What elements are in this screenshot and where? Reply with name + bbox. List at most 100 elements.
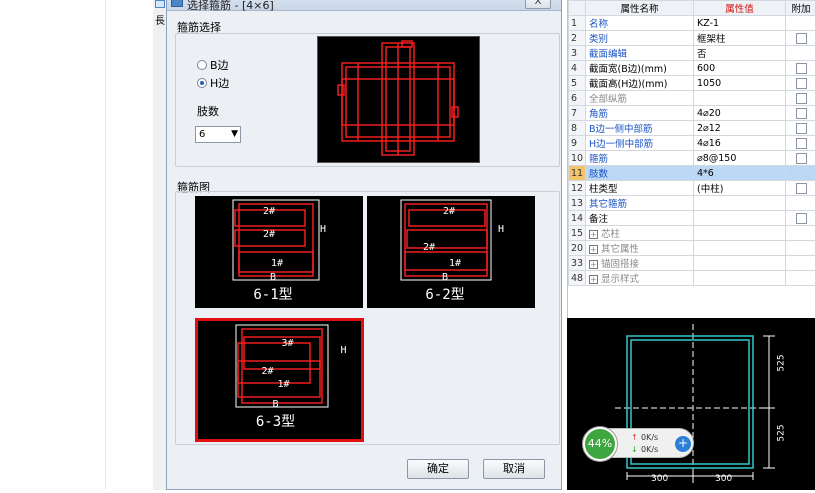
tag-2: 2#: [186, 366, 349, 377]
property-name-text: 备注: [589, 214, 608, 225]
table-row[interactable]: 6全部纵筋: [569, 91, 815, 106]
table-row[interactable]: 4截面宽(B边)(mm)600: [569, 61, 815, 76]
preview-drawing: [318, 37, 481, 164]
property-grid: 属性名称 属性值 附加 1名称KZ-12类别框架柱3截面编辑否4截面宽(B边)(…: [568, 0, 815, 286]
extra-checkbox[interactable]: [796, 213, 807, 224]
property-name-text: B边一侧中部筋: [589, 124, 653, 135]
extra-cell: [786, 16, 815, 31]
extra-cell: [786, 211, 815, 226]
property-value[interactable]: 4⌀20: [694, 106, 786, 121]
table-row[interactable]: 20+其它属性: [569, 241, 815, 256]
extra-cell: [786, 256, 815, 271]
property-value[interactable]: 框架柱: [694, 31, 786, 46]
property-name: 其它箍筋: [586, 196, 694, 211]
row-number: 4: [569, 61, 586, 76]
extra-cell: [786, 196, 815, 211]
property-value[interactable]: [694, 271, 786, 286]
table-row[interactable]: 13其它箍筋: [569, 196, 815, 211]
table-row[interactable]: 9H边一侧中部筋4⌀16: [569, 136, 815, 151]
extra-checkbox[interactable]: [796, 33, 807, 44]
diagram-name: 6-2型: [361, 284, 529, 304]
extra-checkbox[interactable]: [796, 63, 807, 74]
expand-icon[interactable]: +: [589, 260, 598, 269]
property-value[interactable]: [694, 91, 786, 106]
table-row[interactable]: 2类别框架柱: [569, 31, 815, 46]
property-value[interactable]: KZ-1: [694, 16, 786, 31]
table-row[interactable]: 48+显示样式: [569, 271, 815, 286]
cad-view[interactable]: 525 525 300 300: [567, 318, 815, 490]
table-row[interactable]: 11肢数 4*6: [569, 166, 815, 181]
diagram-6-2[interactable]: 2# 2# 1# H B 6-2型: [367, 196, 535, 308]
property-name: 截面宽(B边)(mm): [586, 61, 694, 76]
property-value[interactable]: (中柱): [694, 181, 786, 196]
close-button[interactable]: X: [525, 0, 551, 9]
extra-checkbox[interactable]: [796, 78, 807, 89]
extra-checkbox[interactable]: [796, 138, 807, 149]
table-row[interactable]: 33+锚固搭接: [569, 256, 815, 271]
header-name: 属性名称: [586, 1, 694, 16]
property-value[interactable]: [694, 196, 786, 211]
table-row[interactable]: 14备注: [569, 211, 815, 226]
header-extra: 附加: [786, 1, 815, 16]
extra-cell: [786, 46, 815, 61]
table-header-row: 属性名称 属性值 附加: [569, 1, 815, 16]
radio-h-side[interactable]: H边: [197, 75, 229, 91]
property-value[interactable]: 4⌀16: [694, 136, 786, 151]
row-number: 48: [569, 271, 586, 286]
extra-checkbox[interactable]: [796, 183, 807, 194]
table-row[interactable]: 12柱类型(中柱): [569, 181, 815, 196]
table-row[interactable]: 1名称KZ-1: [569, 16, 815, 31]
row-number: 20: [569, 241, 586, 256]
extra-cell: [786, 181, 815, 196]
table-row[interactable]: 7角筋4⌀20: [569, 106, 815, 121]
property-name-text: 其它箍筋: [589, 199, 627, 210]
tag-1: 1#: [202, 379, 365, 390]
row-number: 6: [569, 91, 586, 106]
extra-checkbox[interactable]: [796, 153, 807, 164]
table-row[interactable]: 8B边一侧中部筋2⌀12: [569, 121, 815, 136]
property-value[interactable]: 2⌀12: [694, 121, 786, 136]
network-speed-widget[interactable]: 44% ↑ 0K/s ↓ 0K/s +: [582, 428, 694, 458]
table-row[interactable]: 10箍筋⌀8@150: [569, 151, 815, 166]
property-name: +锚固搭接: [586, 256, 694, 271]
property-name: B边一侧中部筋: [586, 121, 694, 136]
ok-button[interactable]: 确定: [407, 459, 469, 479]
extra-checkbox[interactable]: [796, 93, 807, 104]
property-value[interactable]: 否: [694, 46, 786, 61]
radio-b-side[interactable]: B边: [197, 57, 229, 73]
property-value[interactable]: 4*6: [694, 166, 786, 181]
property-value[interactable]: [694, 241, 786, 256]
legs-select[interactable]: 6 ▼: [195, 126, 241, 143]
extra-checkbox[interactable]: [796, 123, 807, 134]
accelerate-icon[interactable]: +: [675, 436, 691, 452]
extra-cell: [786, 271, 815, 286]
property-value[interactable]: [694, 256, 786, 271]
property-table: 属性名称 属性值 附加 1名称KZ-12类别框架柱3截面编辑否4截面宽(B边)(…: [567, 0, 815, 318]
extra-checkbox[interactable]: [796, 108, 807, 119]
expand-icon[interactable]: +: [589, 245, 598, 254]
dialog-titlebar: 选择箍筋 - [4×6] X: [167, 0, 561, 11]
dim-h2: 525: [777, 424, 787, 441]
property-value[interactable]: [694, 226, 786, 241]
expand-icon[interactable]: +: [589, 275, 598, 284]
table-row[interactable]: 15+芯柱: [569, 226, 815, 241]
property-value[interactable]: [694, 211, 786, 226]
row-number: 11: [569, 166, 586, 181]
cancel-button[interactable]: 取消: [483, 459, 545, 479]
row-number: 3: [569, 46, 586, 61]
table-row[interactable]: 3截面编辑否: [569, 46, 815, 61]
expand-icon[interactable]: +: [589, 230, 598, 239]
diagram-6-3[interactable]: 3# 2# 1# H B 6-3型: [195, 318, 364, 442]
extra-cell: [786, 61, 815, 76]
property-value[interactable]: 1050: [694, 76, 786, 91]
tag-1: 1#: [371, 258, 539, 269]
table-row[interactable]: 5截面高(H边)(mm)1050: [569, 76, 815, 91]
extra-cell: [786, 166, 815, 181]
speed-gauge: 44%: [583, 427, 617, 461]
diagram-6-1[interactable]: 2# 2# 1# H B 6-1型: [195, 196, 363, 308]
property-value[interactable]: ⌀8@150: [694, 151, 786, 166]
property-value[interactable]: 600: [694, 61, 786, 76]
label-b: B: [189, 272, 357, 283]
property-name: 箍筋: [586, 151, 694, 166]
property-name-text: 肢数: [589, 169, 608, 180]
